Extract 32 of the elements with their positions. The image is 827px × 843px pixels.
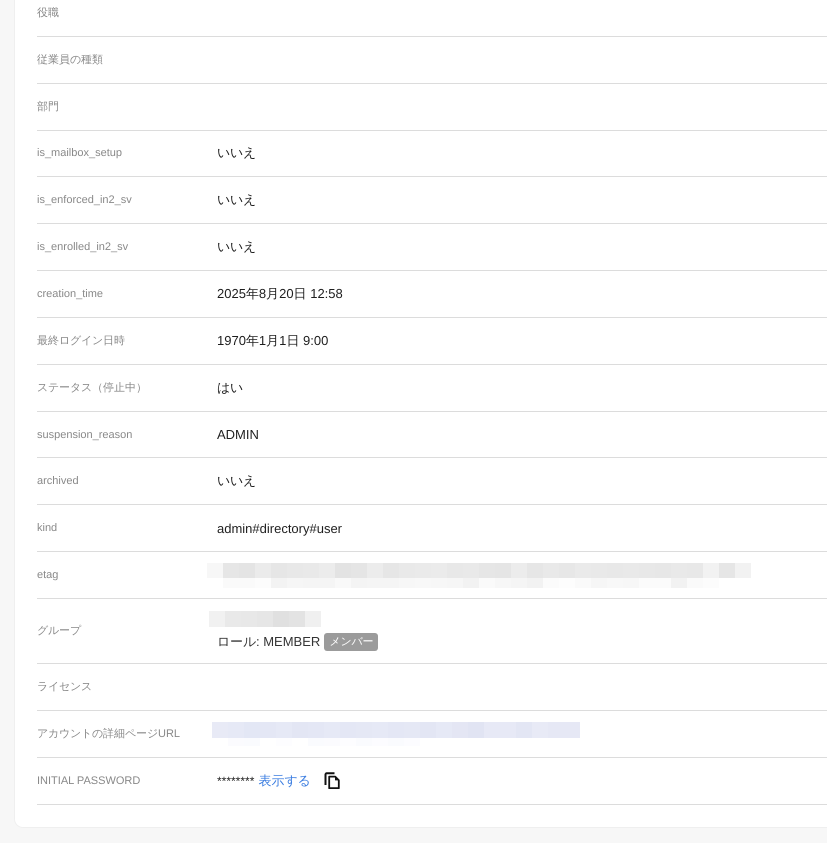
field-label: 役職 [37, 6, 59, 20]
field-label: is_enrolled_in2_sv [37, 241, 128, 254]
copy-button[interactable] [324, 772, 340, 790]
field-value: はい [217, 378, 243, 397]
masked-password: ******** [217, 774, 254, 788]
field-value: admin#directory#user [217, 520, 342, 536]
field-label: 従業員の種類 [37, 53, 103, 68]
field-value: いいえ [217, 144, 256, 162]
field-label: etag [37, 569, 58, 582]
member-badge: メンバー [324, 633, 378, 652]
copy-icon [324, 772, 340, 790]
field-label: is_enforced_in2_sv [37, 194, 132, 206]
field-label: 最終ログイン日時 [37, 334, 125, 348]
field-value: いいえ [217, 238, 256, 256]
field-value: 1970年1月1日 9:00 [217, 332, 328, 350]
field-value: 2025年8月20日 12:58 [217, 284, 343, 303]
show-password-link[interactable]: 表示する [258, 772, 310, 790]
field-label: INITIAL PASSWORD [37, 774, 140, 787]
field-label: ライセンス [37, 680, 92, 694]
field-value: いいえ [217, 472, 256, 490]
field-label: 部門 [37, 100, 59, 114]
field-label: kind [37, 522, 58, 534]
field-label: is_mailbox_setup [37, 147, 122, 160]
field-label: creation_time [37, 288, 104, 300]
field-label: アカウントの詳細ページURL [37, 727, 180, 742]
field-label: グループ [37, 624, 81, 638]
field-value: ADMIN [217, 427, 259, 442]
field-label: archived [37, 475, 79, 488]
field-value: いいえ [217, 191, 256, 210]
role-text: ロール: MEMBER [217, 633, 320, 652]
field-label: ステータス（停止中） [37, 381, 147, 396]
field-label: suspension_reason [37, 428, 132, 441]
